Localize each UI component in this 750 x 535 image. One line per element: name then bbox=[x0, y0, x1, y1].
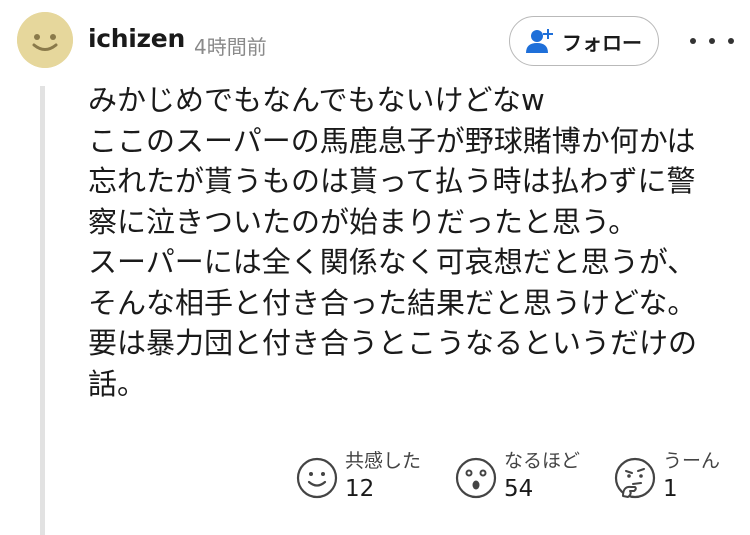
comment-line: ここのスーパーの馬鹿息子が野球賭博か何かは bbox=[88, 123, 696, 158]
comment-line: 忘れたが貰うものは貰って払う時は払わずに警 bbox=[88, 164, 696, 198]
comment-body: みかじめでもなんでもないけどなw ここのスーパーの馬鹿息子が野球賭博か何かは 忘… bbox=[88, 80, 738, 404]
comment-line: 察に泣きついたのが始まりだったと思う。 bbox=[88, 204, 638, 239]
comment-line: スーパーには全く関係なく可哀想だと思うが、 bbox=[88, 245, 697, 279]
add-user-icon bbox=[526, 29, 553, 53]
reaction-label: 共感した bbox=[345, 450, 422, 472]
follow-button[interactable]: フォロー bbox=[509, 16, 659, 66]
user-avatar[interactable] bbox=[17, 12, 73, 68]
username[interactable]: ichizen bbox=[88, 24, 185, 53]
reaction-count: 12 bbox=[345, 476, 375, 502]
reaction-agree-button[interactable]: 共感した 12 bbox=[295, 448, 421, 512]
surprised-face-icon bbox=[455, 457, 497, 499]
reaction-insightful-button[interactable]: なるほど 54 bbox=[454, 448, 580, 512]
reaction-label: なるほど bbox=[504, 450, 581, 472]
smiley-avatar-icon bbox=[17, 12, 73, 68]
more-dots-icon bbox=[690, 38, 696, 44]
reaction-hmm-button[interactable]: うーん 1 bbox=[613, 448, 720, 512]
comment-line: 要は暴力団と付き合うとこうなるというだけの bbox=[88, 326, 698, 360]
comment-line: 話。 bbox=[88, 366, 147, 401]
thread-line bbox=[40, 86, 45, 535]
follow-label: フォロー bbox=[562, 30, 642, 55]
comment-line: そんな相手と付き合った結果だと思うけどな。 bbox=[88, 285, 697, 320]
reaction-count: 54 bbox=[504, 476, 534, 502]
more-menu-button[interactable] bbox=[690, 30, 734, 52]
post-time: 4時間前 bbox=[194, 35, 267, 59]
reaction-count: 1 bbox=[663, 476, 678, 502]
smile-face-icon bbox=[296, 457, 338, 499]
thinking-face-icon bbox=[614, 457, 656, 499]
comment-line: みかじめでもなんでもないけどなw bbox=[88, 83, 545, 117]
reaction-label: うーん bbox=[663, 450, 721, 472]
